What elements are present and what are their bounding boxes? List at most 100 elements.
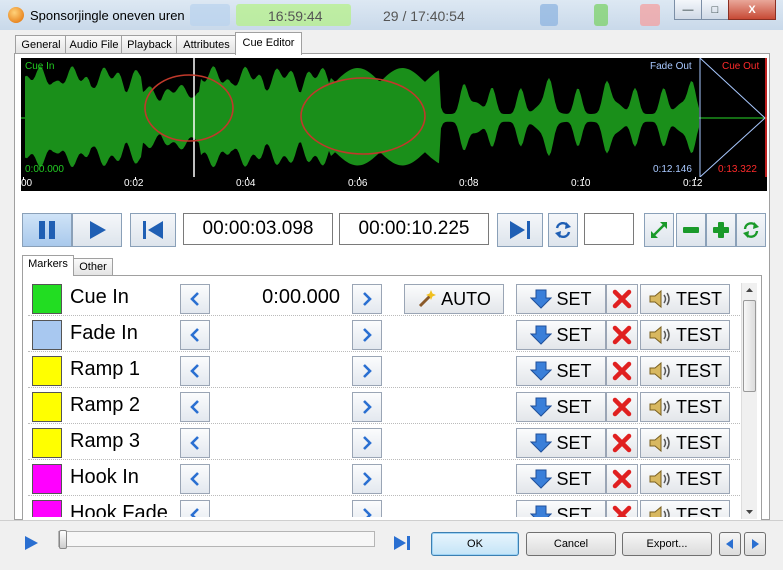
set-label: SET: [556, 360, 592, 381]
tab-markers[interactable]: Markers: [22, 255, 74, 276]
next-button[interactable]: [744, 532, 766, 556]
marker-previous-button[interactable]: [180, 392, 210, 422]
clear-marker-button[interactable]: [606, 284, 638, 314]
maximize-button[interactable]: □: [701, 0, 729, 20]
minimize-button[interactable]: —: [674, 0, 702, 20]
test-label: TEST: [675, 396, 722, 417]
marker-color-swatch[interactable]: [32, 428, 62, 458]
tab-playback[interactable]: Playback: [121, 35, 178, 54]
zoom-out-button[interactable]: [676, 213, 706, 247]
marker-previous-button[interactable]: [180, 356, 210, 386]
chevron-right-icon: [363, 436, 372, 450]
clear-marker-button[interactable]: [606, 428, 638, 458]
ruler-tick-label: 0:04: [236, 178, 256, 189]
marker-color-swatch[interactable]: [32, 500, 62, 517]
length-time-field[interactable]: 00:00:10.225: [339, 213, 489, 245]
skip-forward-icon: [510, 221, 530, 239]
set-label: SET: [556, 504, 592, 518]
ok-button[interactable]: OK: [431, 532, 519, 556]
set-button[interactable]: SET: [516, 284, 606, 314]
marker-previous-button[interactable]: [180, 464, 210, 494]
delete-x-icon: [612, 289, 632, 309]
marker-next-button[interactable]: [352, 464, 382, 494]
extra-value-field[interactable]: [584, 213, 634, 245]
test-button[interactable]: TEST: [640, 356, 730, 386]
background-icon: [640, 4, 660, 26]
progress-thumb[interactable]: [59, 530, 67, 549]
marker-next-button[interactable]: [352, 320, 382, 350]
scroll-up-icon: [746, 288, 753, 292]
set-button[interactable]: SET: [516, 320, 606, 350]
marker-previous-button[interactable]: [180, 320, 210, 350]
delete-x-icon: [612, 397, 632, 417]
set-button[interactable]: SET: [516, 464, 606, 494]
preview-progress-bar[interactable]: [58, 530, 375, 549]
set-button[interactable]: SET: [516, 356, 606, 386]
marker-color-swatch[interactable]: [32, 284, 62, 314]
clear-marker-button[interactable]: [606, 392, 638, 422]
tab-general[interactable]: General: [15, 35, 67, 54]
preview-end-button[interactable]: [390, 532, 414, 554]
ruler-tick: [471, 177, 472, 180]
marker-color-swatch[interactable]: [32, 464, 62, 494]
refresh-button[interactable]: [736, 213, 766, 247]
zoom-in-button[interactable]: [706, 213, 736, 247]
minus-icon: [683, 227, 699, 233]
auto-button[interactable]: AUTO: [404, 284, 504, 314]
clear-marker-button[interactable]: [606, 500, 638, 517]
auto-label: AUTO: [441, 288, 491, 309]
delete-x-icon: [612, 325, 632, 345]
marker-color-swatch[interactable]: [32, 320, 62, 350]
waveform-display[interactable]: Cue In 0:00.000 Fade Out 0:12.146 Cue Ou…: [21, 58, 767, 191]
chevron-right-icon: [752, 539, 759, 549]
set-button[interactable]: SET: [516, 392, 606, 422]
marker-color-swatch[interactable]: [32, 356, 62, 386]
zoom-fit-button[interactable]: [644, 213, 674, 247]
marker-next-button[interactable]: [352, 428, 382, 458]
ruler-tick: [23, 177, 24, 180]
cancel-button[interactable]: Cancel: [526, 532, 616, 556]
test-button[interactable]: TEST: [640, 392, 730, 422]
clear-marker-button[interactable]: [606, 356, 638, 386]
marker-next-button[interactable]: [352, 356, 382, 386]
pause-button[interactable]: [22, 213, 72, 247]
tab-attributes[interactable]: Attributes: [176, 35, 237, 54]
marker-color-swatch[interactable]: [32, 392, 62, 422]
marker-next-button[interactable]: [352, 284, 382, 314]
set-button[interactable]: SET: [516, 428, 606, 458]
chevron-right-icon: [363, 472, 372, 486]
export-button[interactable]: Export...: [622, 532, 712, 556]
title-bar[interactable]: 16:59:44 29 / 17:40:54 Sponsorjingle one…: [0, 0, 783, 30]
test-button[interactable]: TEST: [640, 464, 730, 494]
marker-previous-button[interactable]: [180, 500, 210, 517]
set-button[interactable]: SET: [516, 500, 606, 517]
marker-next-button[interactable]: [352, 500, 382, 517]
expand-icon: [651, 222, 667, 238]
tab-audio-file[interactable]: Audio File: [65, 35, 123, 54]
go-to-end-button[interactable]: [497, 213, 543, 247]
scroll-down-icon: [746, 510, 753, 514]
marker-next-button[interactable]: [352, 392, 382, 422]
test-label: TEST: [675, 324, 722, 345]
tab-cue-editor[interactable]: Cue Editor: [235, 32, 302, 55]
down-arrow-icon: [530, 433, 553, 453]
test-button[interactable]: TEST: [640, 284, 730, 314]
close-button[interactable]: X: [728, 0, 776, 20]
markers-list: Cue In 0:00.000 AUTO SET TEST Fade In SET TEST R…: [28, 281, 740, 517]
go-to-start-button[interactable]: [130, 213, 176, 247]
play-button[interactable]: [72, 213, 122, 247]
test-button[interactable]: TEST: [640, 500, 730, 517]
tab-other[interactable]: Other: [73, 258, 113, 276]
test-button[interactable]: TEST: [640, 428, 730, 458]
clear-marker-button[interactable]: [606, 320, 638, 350]
clear-marker-button[interactable]: [606, 464, 638, 494]
marker-row: Ramp 3 SET TEST: [28, 425, 740, 461]
marker-previous-button[interactable]: [180, 284, 210, 314]
scrollbar-thumb[interactable]: [743, 300, 756, 392]
test-button[interactable]: TEST: [640, 320, 730, 350]
preview-play-button[interactable]: [18, 532, 44, 554]
loop-button[interactable]: [548, 213, 578, 247]
previous-button[interactable]: [719, 532, 741, 556]
marker-previous-button[interactable]: [180, 428, 210, 458]
position-time-field[interactable]: 00:00:03.098: [183, 213, 333, 245]
